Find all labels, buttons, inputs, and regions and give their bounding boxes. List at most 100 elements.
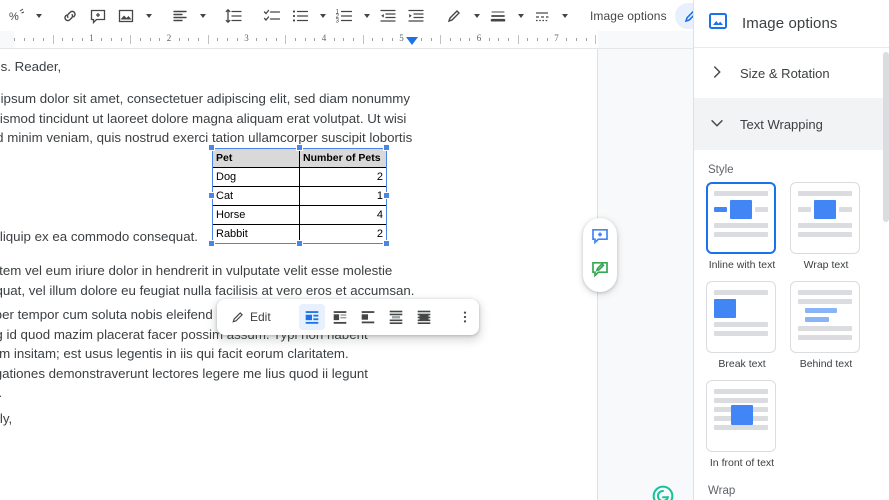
ruler-tick bbox=[149, 38, 151, 41]
style-option-in-front-of-text[interactable]: In front of text bbox=[706, 380, 778, 469]
ruler-tick bbox=[178, 38, 180, 41]
insert-link-button[interactable] bbox=[57, 3, 83, 29]
wrap-break-text-button[interactable] bbox=[355, 304, 381, 330]
grammarly-icon[interactable] bbox=[652, 485, 674, 500]
ruler-tick bbox=[52, 35, 54, 44]
image-options-panel: Image options Size & Rotation Text Wrapp… bbox=[693, 0, 889, 500]
wrap-in-front-of-text-button[interactable] bbox=[411, 304, 437, 330]
resize-handle-bottom-left[interactable] bbox=[208, 240, 215, 247]
edit-image-label: Edit bbox=[250, 310, 271, 324]
ruler-tick bbox=[343, 38, 345, 41]
resize-handle-bottom-center[interactable] bbox=[296, 240, 303, 247]
border-dash-button[interactable] bbox=[529, 3, 555, 29]
ruler-tick bbox=[304, 38, 306, 41]
ruler-tick bbox=[62, 38, 64, 41]
border-weight-caret[interactable] bbox=[513, 3, 527, 29]
insert-image-button[interactable] bbox=[113, 3, 139, 29]
ruler-tick bbox=[585, 38, 587, 41]
ruler-tick bbox=[217, 38, 219, 41]
ruler-tick bbox=[459, 38, 461, 41]
ruler-tick bbox=[440, 35, 442, 44]
table-header-pet: Pet bbox=[212, 148, 300, 168]
wrap-inline-button[interactable] bbox=[298, 304, 325, 330]
table-header-count: Number of Pets bbox=[299, 148, 387, 168]
ruler-tick bbox=[353, 38, 355, 41]
style-option-behind-text[interactable]: Behind text bbox=[790, 281, 862, 370]
ruler-tick bbox=[110, 38, 112, 41]
ruler-number: 1 bbox=[89, 33, 94, 43]
accordion-size-rotation[interactable]: Size & Rotation bbox=[694, 48, 889, 99]
style-option-wrap-text[interactable]: Wrap text bbox=[790, 182, 862, 271]
border-color-caret[interactable] bbox=[469, 3, 483, 29]
resize-handle-top-center[interactable] bbox=[296, 144, 303, 151]
resize-handle-bottom-right[interactable] bbox=[383, 240, 390, 247]
checklist-button[interactable] bbox=[259, 3, 285, 29]
image-options-toolbar-label[interactable]: Image options bbox=[582, 9, 675, 23]
style-thumb-in-front[interactable] bbox=[706, 380, 776, 452]
numbered-list-caret[interactable] bbox=[359, 3, 373, 29]
align-button[interactable] bbox=[167, 3, 193, 29]
percent-format-button[interactable]: % bbox=[3, 3, 29, 29]
insert-image-caret[interactable] bbox=[141, 3, 155, 29]
style-thumb-behind[interactable] bbox=[790, 281, 860, 353]
table-row: Horse 4 bbox=[212, 205, 387, 225]
style-label-behind: Behind text bbox=[799, 358, 853, 370]
document-page[interactable]: ar Ms. Reader, rem ipsum dolor sit amet,… bbox=[0, 49, 598, 500]
add-comment-button[interactable] bbox=[85, 3, 111, 29]
border-dash-caret[interactable] bbox=[557, 3, 571, 29]
suggest-edit-fab[interactable] bbox=[590, 259, 610, 284]
panel-header: Image options bbox=[694, 0, 889, 48]
decrease-indent-button[interactable] bbox=[375, 3, 401, 29]
table-cell-pet: Dog bbox=[212, 167, 300, 187]
panel-scrollbar[interactable] bbox=[883, 52, 889, 222]
ruler-tick bbox=[227, 38, 229, 41]
wrap-behind-text-button[interactable] bbox=[383, 304, 409, 330]
bulleted-list-caret[interactable] bbox=[315, 3, 329, 29]
table-cell-count: 1 bbox=[299, 186, 387, 206]
accordion-text-wrapping-label: Text Wrapping bbox=[740, 116, 823, 132]
table-header-row: Pet Number of Pets bbox=[212, 148, 387, 168]
ruler-tick bbox=[23, 38, 25, 41]
resize-handle-top-right[interactable] bbox=[383, 144, 390, 151]
align-caret[interactable] bbox=[195, 3, 209, 29]
ruler-tick bbox=[517, 35, 519, 44]
style-thumb-wrap[interactable] bbox=[790, 182, 860, 254]
ruler-tick bbox=[81, 38, 83, 41]
ruler-tick bbox=[527, 38, 529, 41]
selected-image-table[interactable]: Pet Number of Pets Dog 2 Cat 1 Horse 4 Rabbit 2 bbox=[212, 148, 387, 244]
add-comment-fab[interactable] bbox=[590, 226, 610, 251]
style-option-break-text[interactable]: Break text bbox=[706, 281, 778, 370]
table-cell-pet: Cat bbox=[212, 186, 300, 206]
ruler-tick bbox=[469, 38, 471, 41]
increase-indent-button[interactable] bbox=[403, 3, 429, 29]
line-spacing-button[interactable] bbox=[221, 3, 247, 29]
accordion-text-wrapping[interactable]: Text Wrapping bbox=[694, 99, 889, 150]
ruler-tick bbox=[33, 38, 35, 41]
bulleted-list-button[interactable] bbox=[287, 3, 313, 29]
wrap-text-button[interactable] bbox=[327, 304, 353, 330]
ruler-tick bbox=[498, 38, 500, 41]
border-weight-button[interactable] bbox=[485, 3, 511, 29]
more-options-button[interactable] bbox=[453, 304, 477, 330]
resize-handle-top-left[interactable] bbox=[208, 144, 215, 151]
resize-handle-middle-left[interactable] bbox=[208, 192, 215, 199]
edit-image-button[interactable]: Edit bbox=[225, 304, 283, 330]
numbered-list-button[interactable]: 1 2 3 bbox=[331, 3, 357, 29]
resize-handle-middle-right[interactable] bbox=[383, 192, 390, 199]
percent-format-caret[interactable] bbox=[31, 3, 45, 29]
wrap-style-grid: Inline with text Wrap text Break text Be… bbox=[694, 182, 889, 469]
ruler-tick bbox=[537, 38, 539, 41]
ruler-tick bbox=[72, 38, 74, 41]
border-color-pen-button[interactable] bbox=[441, 3, 467, 29]
style-thumb-break[interactable] bbox=[706, 281, 776, 353]
table-row: Dog 2 bbox=[212, 167, 387, 187]
image-context-toolbar: Edit bbox=[217, 299, 479, 335]
ruler-tick bbox=[159, 38, 161, 41]
style-thumb-inline[interactable] bbox=[706, 182, 776, 254]
panel-title: Image options bbox=[742, 15, 838, 32]
pet-table: Pet Number of Pets Dog 2 Cat 1 Horse 4 Rabbit 2 bbox=[212, 148, 387, 244]
horizontal-ruler[interactable]: 1 2 3 4 5 6 7 bbox=[0, 31, 693, 49]
ruler-tick bbox=[372, 38, 374, 41]
right-indent-marker[interactable] bbox=[406, 37, 418, 45]
style-option-inline-with-text[interactable]: Inline with text bbox=[706, 182, 778, 271]
